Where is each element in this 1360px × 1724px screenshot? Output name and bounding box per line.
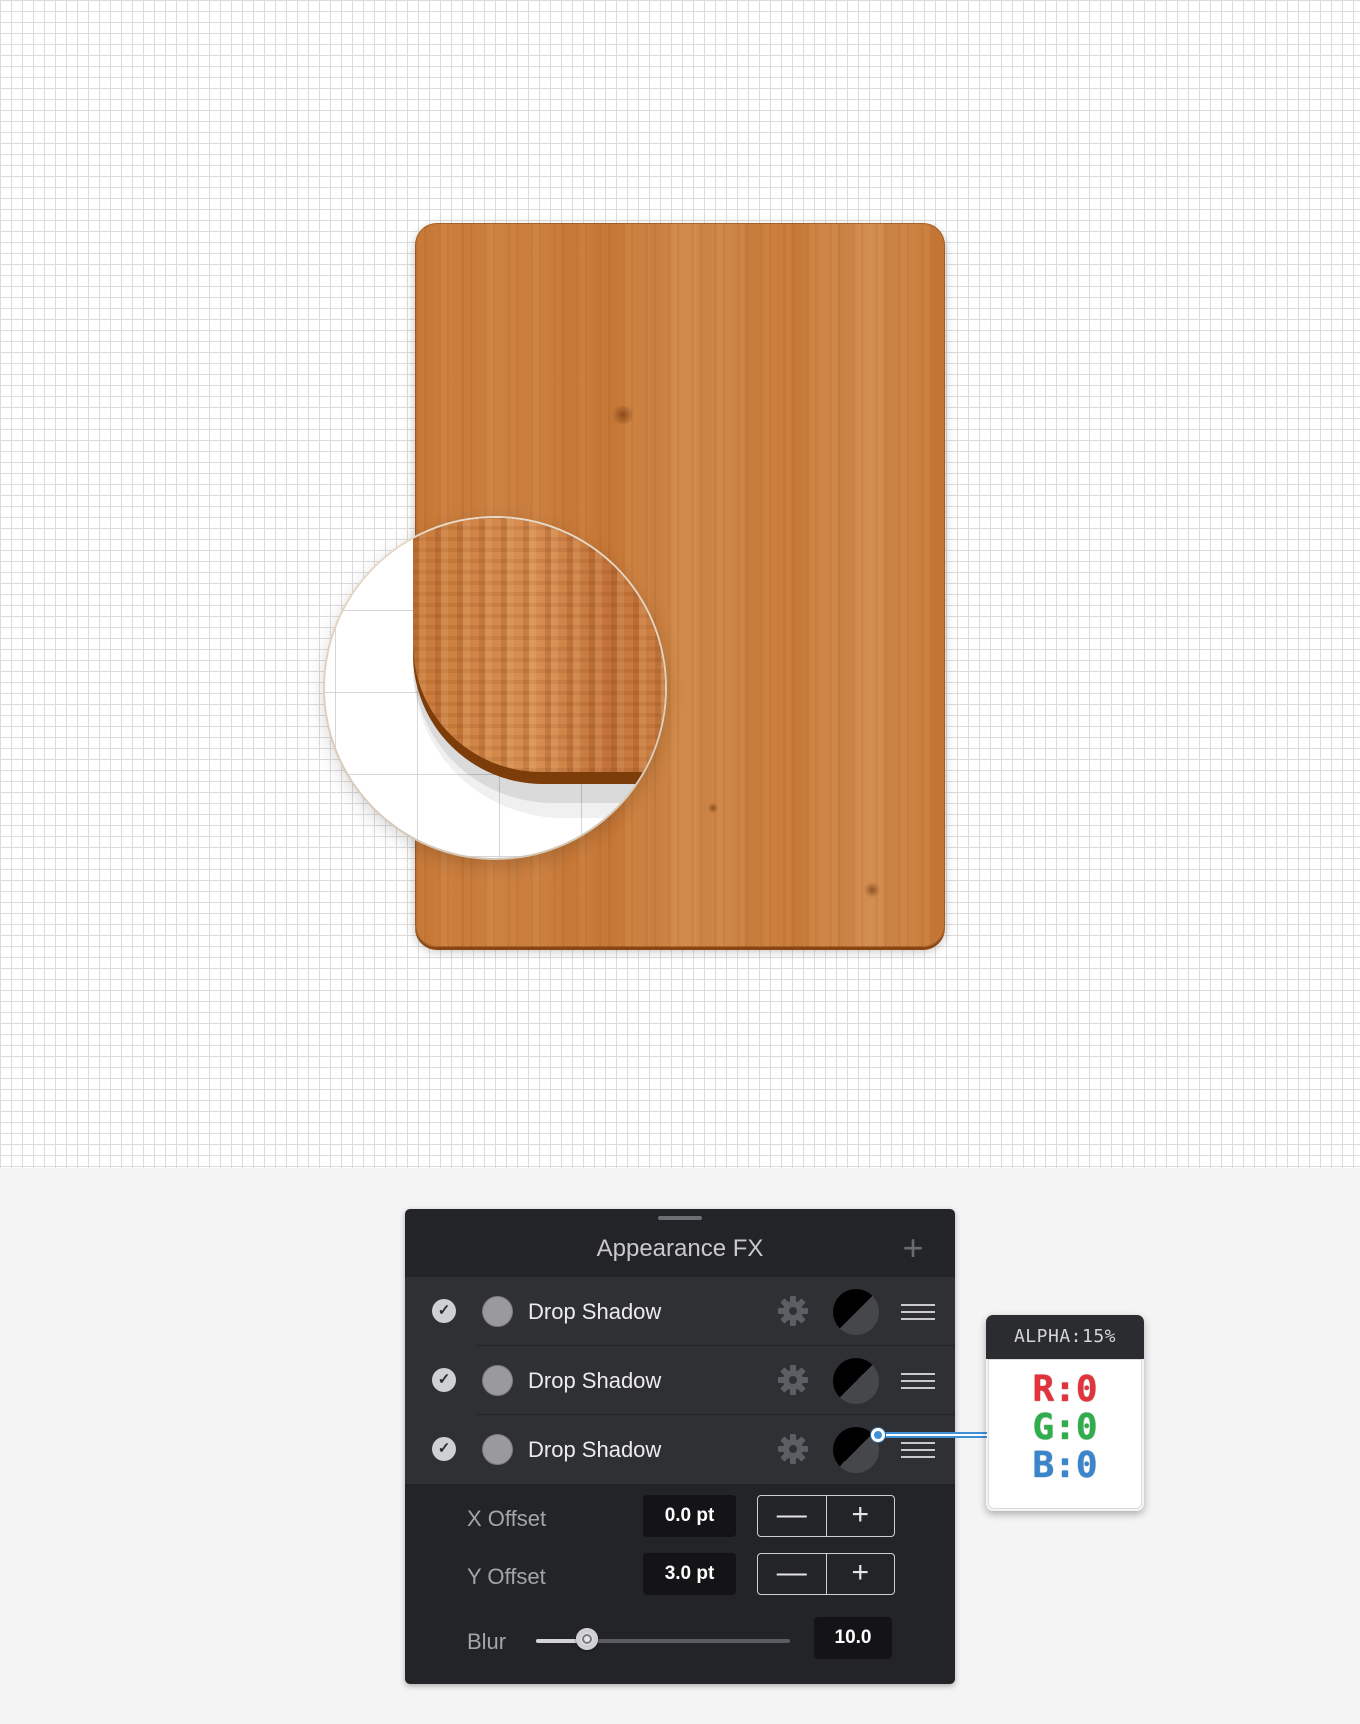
panel-drag-handle[interactable] xyxy=(658,1216,702,1220)
checkmark-icon[interactable]: ✓ xyxy=(432,1368,456,1392)
appearance-fx-panel: Appearance FX + ✓ Drop Shadow ✓ Drop Sha… xyxy=(405,1209,955,1684)
x-offset-stepper: — + xyxy=(757,1495,895,1537)
wood-knot xyxy=(610,406,636,424)
x-offset-label: X Offset xyxy=(467,1506,547,1531)
panel-title: Appearance FX xyxy=(596,1235,764,1262)
blur-slider-thumb[interactable] xyxy=(575,1628,598,1650)
magnifier-loupe xyxy=(325,518,665,858)
blur-slider[interactable] xyxy=(536,1628,790,1650)
color-swatch[interactable] xyxy=(482,1365,513,1396)
effect-label: Drop Shadow xyxy=(528,1368,662,1393)
plus-icon[interactable]: + xyxy=(898,1230,928,1266)
red-value: R:0 xyxy=(1032,1369,1098,1410)
gear-icon[interactable] xyxy=(777,1364,809,1396)
increment-button[interactable]: + xyxy=(825,1554,895,1594)
drag-menu-icon[interactable] xyxy=(901,1304,935,1320)
effect-row[interactable]: ✓ Drop Shadow xyxy=(405,1346,955,1415)
magnified-wood-texture xyxy=(413,518,665,772)
drag-menu-icon[interactable] xyxy=(901,1373,935,1389)
blend-mode-icon[interactable] xyxy=(833,1289,879,1335)
effects-list: ✓ Drop Shadow ✓ Drop Shadow ✓ Drop Shado… xyxy=(405,1277,955,1484)
green-value: G:0 xyxy=(1032,1407,1098,1448)
checkmark-icon[interactable]: ✓ xyxy=(432,1437,456,1461)
wood-knot xyxy=(863,883,881,897)
rgb-readout: R:0 G:0 B:0 xyxy=(988,1359,1142,1509)
connector-dot xyxy=(871,1428,885,1442)
increment-button[interactable]: + xyxy=(825,1496,895,1536)
y-offset-label: Y Offset xyxy=(467,1564,546,1589)
effect-row[interactable]: ✓ Drop Shadow xyxy=(405,1277,955,1346)
connector-line xyxy=(877,1432,987,1438)
wood-knot xyxy=(707,803,719,813)
decrement-button[interactable]: — xyxy=(758,1554,826,1594)
gear-icon[interactable] xyxy=(777,1295,809,1327)
blur-value[interactable]: 10.0 xyxy=(814,1617,892,1659)
blur-label: Blur xyxy=(467,1629,507,1654)
y-offset-stepper: — + xyxy=(757,1553,895,1595)
color-swatch[interactable] xyxy=(482,1296,513,1327)
drag-menu-icon[interactable] xyxy=(901,1442,935,1458)
gear-icon[interactable] xyxy=(777,1433,809,1465)
x-offset-value[interactable]: 0.0 pt xyxy=(643,1495,736,1537)
color-swatch[interactable] xyxy=(482,1434,513,1465)
effect-row[interactable]: ✓ Drop Shadow xyxy=(405,1415,955,1484)
effect-label: Drop Shadow xyxy=(528,1299,662,1324)
y-offset-value[interactable]: 3.0 pt xyxy=(643,1553,736,1595)
effect-label: Drop Shadow xyxy=(528,1437,662,1462)
artboard-canvas xyxy=(0,0,1360,1168)
alpha-readout: ALPHA:15% xyxy=(986,1315,1144,1359)
checkmark-icon[interactable]: ✓ xyxy=(432,1299,456,1323)
blend-mode-icon[interactable] xyxy=(833,1358,879,1404)
decrement-button[interactable]: — xyxy=(758,1496,826,1536)
blue-value: B:0 xyxy=(1032,1445,1098,1486)
color-info-tooltip: ALPHA:15% R:0 G:0 B:0 xyxy=(986,1315,1144,1511)
